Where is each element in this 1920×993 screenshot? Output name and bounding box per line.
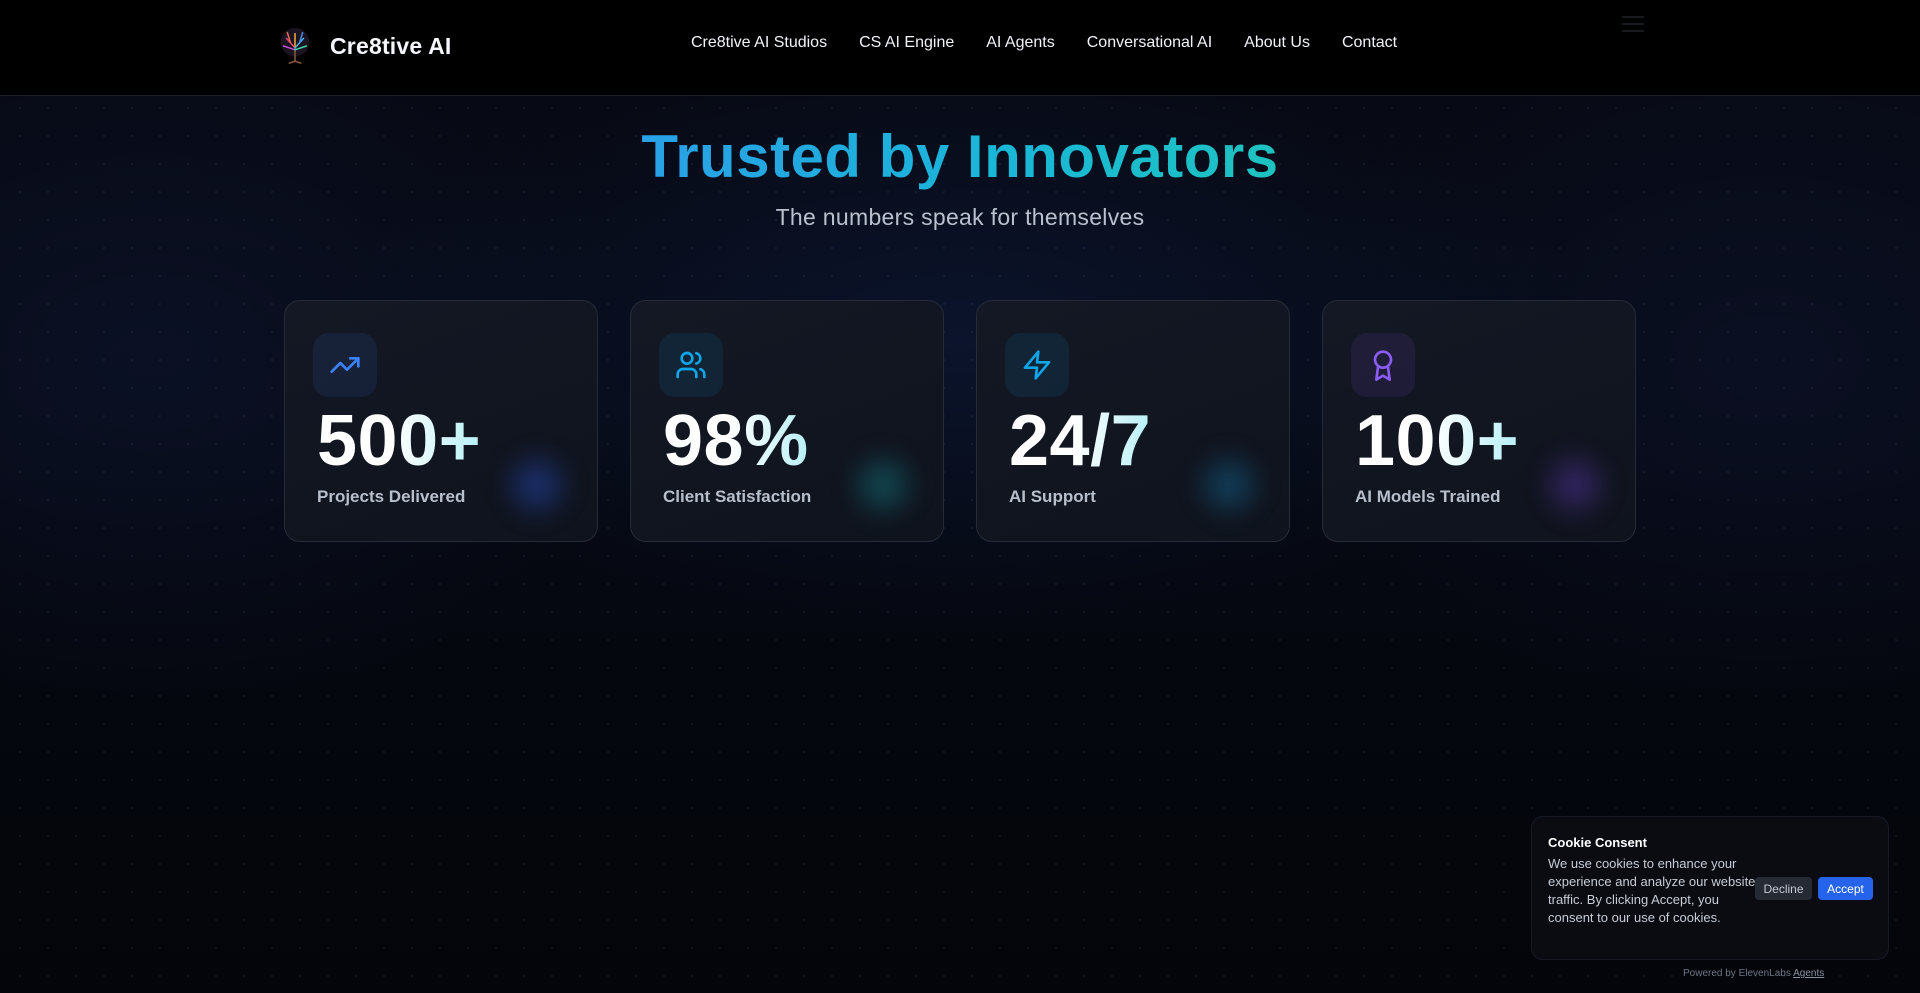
nav-link-studios[interactable]: Cre8tive AI Studios bbox=[691, 34, 827, 52]
section-subtitle: The numbers speak for themselves bbox=[775, 204, 1145, 230]
section-title: Trusted by Innovators bbox=[641, 123, 1279, 190]
icon-badge bbox=[1005, 333, 1069, 397]
nav-link-contact[interactable]: Contact bbox=[1342, 34, 1397, 52]
award-icon bbox=[1373, 350, 1393, 381]
cookie-consent-banner: Cookie Consent We use cookies to enhance… bbox=[1531, 816, 1889, 960]
powered-by-text: Powered by ElevenLabs bbox=[1683, 968, 1791, 979]
cookie-text: We use cookies to enhance your experienc… bbox=[1548, 856, 1756, 925]
icon-badge bbox=[1351, 333, 1415, 397]
icon-badge bbox=[659, 333, 723, 397]
trending-up-icon bbox=[330, 357, 360, 373]
glow-orb bbox=[499, 447, 575, 523]
stat-card-support: 24/7 AI Support bbox=[976, 300, 1290, 542]
stat-value: 500+ bbox=[317, 401, 482, 481]
stat-label: Client Satisfaction bbox=[663, 487, 812, 506]
menu-icon[interactable] bbox=[1622, 16, 1644, 34]
stat-label: AI Models Trained bbox=[1355, 487, 1501, 506]
nav-link-cs-ai-engine[interactable]: CS AI Engine bbox=[859, 34, 954, 52]
agents-link[interactable]: Agents bbox=[1793, 968, 1824, 979]
glow-orb bbox=[1191, 447, 1267, 523]
zap-icon bbox=[1023, 350, 1051, 380]
stat-card-projects: 500+ Projects Delivered bbox=[284, 300, 598, 542]
tree-logo-icon bbox=[280, 27, 310, 64]
main-nav: Cre8tive AI Studios CS AI Engine AI Agen… bbox=[691, 34, 1397, 52]
stat-card-models: 100+ AI Models Trained bbox=[1322, 300, 1636, 542]
accept-button[interactable]: Accept bbox=[1818, 877, 1873, 900]
glow-orb bbox=[845, 447, 921, 523]
top-navigation-bar: Cre8tive AI Cre8tive AI Studios CS AI En… bbox=[0, 0, 1920, 96]
nav-link-about-us[interactable]: About Us bbox=[1244, 34, 1310, 52]
cookie-title: Cookie Consent bbox=[1548, 835, 1647, 850]
stat-label: Projects Delivered bbox=[317, 487, 466, 506]
nav-link-conversational-ai[interactable]: Conversational AI bbox=[1087, 34, 1212, 52]
powered-by-footer: Powered by ElevenLabs Agents bbox=[1683, 968, 1824, 979]
stat-card-satisfaction: 98% Client Satisfaction bbox=[630, 300, 944, 542]
users-icon bbox=[676, 351, 706, 379]
stat-value: 98% bbox=[663, 401, 809, 481]
stat-label: AI Support bbox=[1009, 487, 1096, 506]
stats-cards: 500+ Projects Delivered 98% Client Satis… bbox=[284, 300, 1636, 542]
nav-link-ai-agents[interactable]: AI Agents bbox=[986, 34, 1055, 52]
brand[interactable]: Cre8tive AI bbox=[276, 26, 452, 66]
icon-badge bbox=[313, 333, 377, 397]
glow-orb bbox=[1537, 447, 1613, 523]
brand-name: Cre8tive AI bbox=[330, 32, 452, 59]
decline-button[interactable]: Decline bbox=[1755, 877, 1812, 900]
stat-value: 100+ bbox=[1355, 401, 1520, 481]
stat-value: 24/7 bbox=[1009, 401, 1152, 481]
